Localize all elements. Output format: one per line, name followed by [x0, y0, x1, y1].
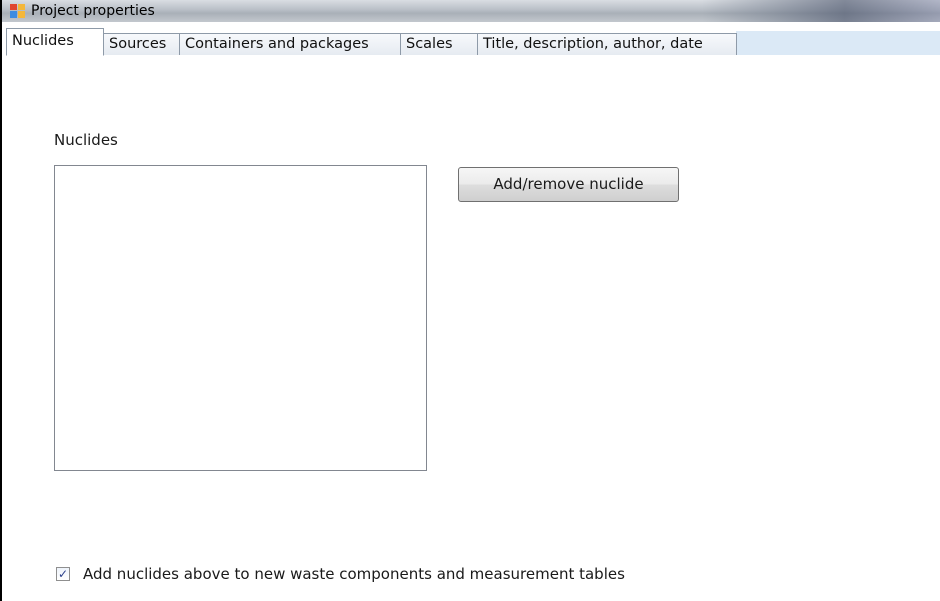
tab-title-label: Title, description, author, date	[483, 36, 703, 52]
add-nuclides-checkbox-label[interactable]: Add nuclides above to new waste componen…	[83, 565, 625, 583]
tab-containers-and-packages[interactable]: Containers and packages	[179, 33, 401, 55]
tab-containers-label: Containers and packages	[185, 36, 369, 52]
tab-nuclides-label: Nuclides	[12, 33, 74, 49]
tab-title-description-author-date[interactable]: Title, description, author, date	[477, 33, 737, 55]
add-remove-nuclide-button[interactable]: Add/remove nuclide	[458, 167, 679, 202]
tab-scales-label: Scales	[406, 36, 453, 52]
title-bar[interactable]: Project properties	[2, 0, 940, 23]
tab-nuclides[interactable]: Nuclides	[6, 28, 104, 56]
nuclide-listbox[interactable]	[54, 165, 427, 471]
app-window-icon	[10, 4, 25, 18]
project-properties-window: Project properties Nuclides Sources Cont…	[0, 0, 940, 601]
tab-strip-background	[736, 31, 940, 56]
tab-sources[interactable]: Sources	[103, 33, 180, 55]
nuclides-group-label: Nuclides	[54, 131, 118, 149]
window-title: Project properties	[31, 3, 155, 19]
tab-scales[interactable]: Scales	[400, 33, 478, 55]
tab-sources-label: Sources	[109, 36, 167, 52]
checkmark-icon: ✓	[58, 567, 69, 581]
add-nuclides-checkbox[interactable]: ✓	[56, 567, 70, 581]
